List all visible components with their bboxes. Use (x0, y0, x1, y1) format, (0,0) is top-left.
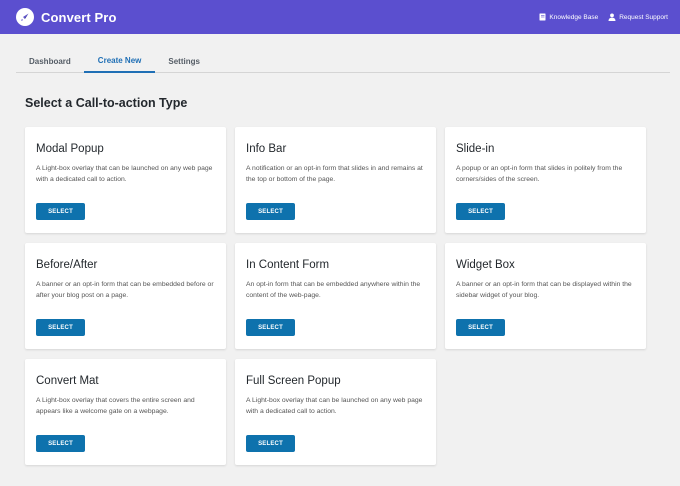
card-title: Before/After (36, 259, 98, 271)
card-title: Slide-in (456, 143, 495, 155)
cta-card-widget-box: Widget Box A banner or an opt-in form th… (445, 243, 646, 349)
cta-card-modal-popup: Modal Popup A Light-box overlay that can… (25, 127, 226, 233)
card-description: A banner or an opt-in form that can be e… (36, 281, 214, 299)
page-title: Select a Call-to-action Type (25, 96, 188, 110)
cta-card-info-bar: Info Bar A notification or an opt-in for… (235, 127, 436, 233)
card-description: A Light-box overlay that covers the enti… (36, 397, 195, 415)
rocket-logo-icon (16, 8, 34, 26)
cta-card-in-content-form: In Content Form An opt-in form that can … (235, 243, 436, 349)
select-info-bar-button[interactable]: SELECT (246, 203, 295, 220)
select-full-screen-popup-button[interactable]: SELECT (246, 435, 295, 452)
card-description: A popup or an opt-in form that slides in… (456, 165, 623, 183)
card-title: In Content Form (246, 259, 330, 271)
brand-name: Convert Pro (41, 9, 117, 25)
request-support-link[interactable]: Request Support (608, 13, 668, 21)
select-widget-box-button[interactable]: SELECT (456, 319, 505, 336)
select-before-after-button[interactable]: SELECT (36, 319, 85, 336)
select-in-content-form-button[interactable]: SELECT (246, 319, 295, 336)
card-description: A banner or an opt-in form that can be d… (456, 281, 632, 299)
card-title: Widget Box (456, 259, 515, 271)
nav-tabs: Dashboard Create New Settings (16, 50, 670, 73)
select-convert-mat-button[interactable]: SELECT (36, 435, 85, 452)
knowledge-base-link[interactable]: Knowledge Base (539, 13, 598, 21)
card-title: Info Bar (246, 143, 287, 155)
cta-card-before-after: Before/After A banner or an opt-in form … (25, 243, 226, 349)
user-icon (608, 13, 616, 21)
top-bar: Convert Pro Knowledge Base Request Suppo… (0, 0, 680, 34)
card-title: Full Screen Popup (246, 375, 341, 387)
card-title: Convert Mat (36, 375, 99, 387)
header-links: Knowledge Base Request Support (539, 13, 668, 21)
card-title: Modal Popup (36, 143, 104, 155)
knowledge-base-label: Knowledge Base (549, 13, 599, 21)
card-description: A Light-box overlay that can be launched… (36, 165, 213, 183)
book-icon (539, 13, 546, 21)
tab-dashboard[interactable]: Dashboard (16, 50, 84, 73)
card-description: A Light-box overlay that can be launched… (246, 397, 423, 415)
tab-create-new[interactable]: Create New (83, 50, 156, 73)
tab-settings[interactable]: Settings (155, 50, 213, 73)
cta-card-convert-mat: Convert Mat A Light-box overlay that cov… (25, 359, 226, 465)
cta-card-slide-in: Slide-in A popup or an opt-in form that … (445, 127, 646, 233)
request-support-label: Request Support (619, 13, 668, 21)
card-description: An opt-in form that can be embedded anyw… (246, 281, 421, 299)
card-description: A notification or an opt-in form that sl… (246, 165, 423, 183)
brand[interactable]: Convert Pro (16, 8, 117, 26)
select-modal-popup-button[interactable]: SELECT (36, 203, 85, 220)
select-slide-in-button[interactable]: SELECT (456, 203, 505, 220)
cta-card-full-screen-popup: Full Screen Popup A Light-box overlay th… (235, 359, 436, 465)
